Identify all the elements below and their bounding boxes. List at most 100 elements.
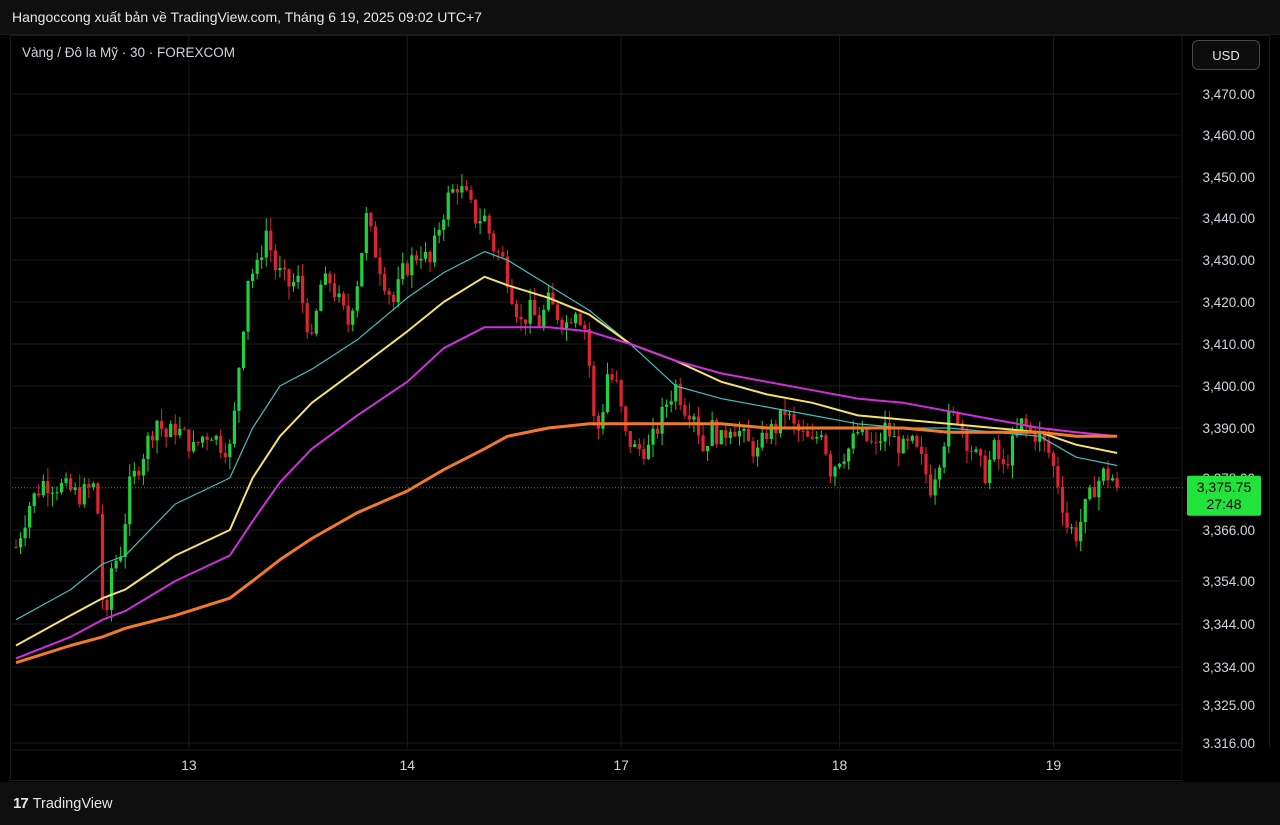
- candle-down: [524, 319, 528, 324]
- candle-up: [291, 281, 296, 287]
- candle-up: [364, 213, 368, 254]
- candle-down: [187, 429, 191, 452]
- y-tick-label: 3,325.00: [1202, 698, 1255, 713]
- candle-down: [828, 454, 833, 477]
- candle-up: [296, 275, 300, 282]
- candle-down: [305, 303, 309, 333]
- candle-down: [514, 304, 519, 317]
- candle-down: [519, 316, 523, 320]
- candle-down: [751, 441, 755, 457]
- candle-up: [669, 401, 673, 405]
- y-tick-label: 3,460.00: [1202, 128, 1255, 143]
- tradingview-brand[interactable]: 17 TradingView: [13, 795, 112, 812]
- candle-down: [888, 422, 892, 437]
- candle-up: [155, 420, 159, 441]
- candle-up: [18, 538, 23, 548]
- candle-down: [810, 436, 814, 439]
- candle-up: [228, 443, 232, 457]
- candle-up: [178, 428, 182, 436]
- candle-up: [706, 446, 710, 451]
- bar-countdown: 27:48: [1206, 496, 1241, 512]
- symbol-label[interactable]: Vàng / Đô la Mỹ · 30 · FOREXCOM: [22, 45, 235, 60]
- candle-up: [401, 263, 405, 280]
- candle-up: [410, 255, 414, 275]
- candle-down: [1106, 468, 1110, 481]
- candle-down: [332, 283, 337, 298]
- candle-down: [637, 444, 641, 449]
- candle-up: [419, 258, 423, 261]
- candle-down: [583, 324, 587, 330]
- candle-up: [237, 367, 241, 411]
- axis-mask: [1182, 748, 1270, 782]
- candle-up: [264, 230, 268, 258]
- candle-up: [974, 449, 978, 452]
- candle-down: [683, 405, 687, 416]
- candle-up: [878, 441, 883, 443]
- candle-down: [969, 450, 974, 452]
- candle-down: [369, 213, 373, 227]
- candle-down: [806, 431, 810, 437]
- candle-down: [687, 415, 691, 420]
- price-axis: 3,470.00 3,460.00 3,450.00 3,440.00 3,430.00…: [1182, 87, 1270, 782]
- candle-down: [387, 290, 391, 295]
- candle-up: [737, 430, 742, 437]
- candle-down: [105, 600, 109, 610]
- currency-button[interactable]: USD: [1192, 40, 1260, 70]
- candle-down: [287, 269, 291, 287]
- candle-down: [1065, 512, 1069, 528]
- candle-down: [765, 432, 769, 439]
- candle-up: [451, 189, 455, 193]
- candle-down: [414, 255, 418, 261]
- candle-down: [282, 267, 287, 270]
- candle-up: [123, 524, 127, 557]
- candle-up: [528, 300, 532, 324]
- candle-up: [778, 410, 782, 434]
- candle-down: [906, 438, 910, 441]
- candle-up: [91, 483, 95, 488]
- candle-down: [1092, 487, 1096, 498]
- footer-bar: [0, 782, 1280, 825]
- candle-down: [100, 513, 105, 601]
- candle-down: [897, 436, 901, 454]
- candle-up: [1101, 468, 1106, 481]
- candle-up: [742, 429, 746, 431]
- candle-down: [642, 448, 646, 459]
- y-tick-label: 3,420.00: [1202, 295, 1255, 310]
- candle-down: [373, 226, 378, 258]
- candle-up: [210, 439, 214, 441]
- candle-down: [724, 430, 728, 438]
- candle-up: [337, 293, 341, 298]
- candle-up: [314, 310, 318, 334]
- candle-down: [205, 436, 209, 440]
- candle-up: [660, 406, 664, 434]
- candle-up: [833, 466, 837, 477]
- candle-up: [1083, 498, 1087, 522]
- y-tick-label: 3,334.00: [1202, 660, 1255, 675]
- candle-down: [160, 420, 164, 429]
- candle-up: [460, 186, 464, 193]
- candle-down: [328, 273, 332, 284]
- candle-down: [610, 374, 614, 380]
- candle-down: [801, 430, 805, 432]
- candle-up: [323, 273, 327, 285]
- candle-down: [746, 429, 751, 442]
- last-price-value: 3,375.75: [1197, 479, 1252, 495]
- candle-down: [624, 406, 628, 431]
- candle-down: [555, 304, 560, 320]
- candle-down: [173, 423, 177, 436]
- candle-up: [50, 492, 54, 494]
- candle-down: [592, 365, 596, 416]
- candle-up: [246, 280, 250, 332]
- candle-down: [865, 427, 869, 441]
- candle-down: [137, 470, 141, 476]
- candle-down: [223, 452, 227, 457]
- y-tick-label: 3,400.00: [1202, 379, 1255, 394]
- candle-up: [938, 467, 942, 480]
- candle-down: [587, 329, 591, 366]
- candle-down: [150, 435, 155, 441]
- candle-down: [182, 428, 186, 430]
- candle-down: [492, 233, 496, 252]
- candle-down: [924, 454, 928, 475]
- y-tick-label: 3,430.00: [1202, 253, 1255, 268]
- price-chart[interactable]: 3,470.00 3,460.00 3,450.00 3,440.00 3,430.00…: [0, 0, 1280, 782]
